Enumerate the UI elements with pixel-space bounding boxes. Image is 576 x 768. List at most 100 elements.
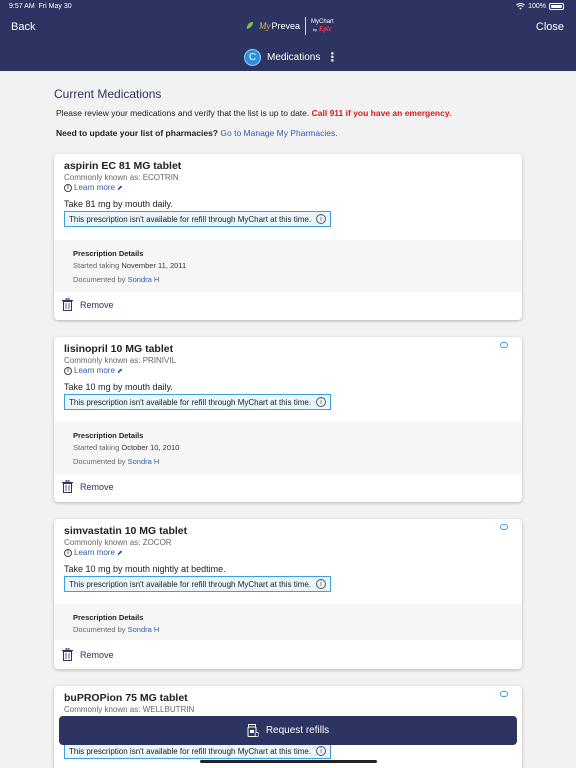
documented-label: Documented by [73,457,126,466]
pd-title: Prescription Details [73,249,144,258]
medication-name: buPROPion 75 MG tablet [64,692,188,704]
known-as: Commonly known as: ECOTRIN [64,173,179,182]
info-icon: i [64,183,72,192]
trash-icon [62,648,73,661]
refill-notice-text: This prescription isn't available for re… [69,579,312,589]
app-header: 9:57 AM Fri May 30 100% Back Close My Pre… [0,0,576,71]
app-logo: My Prevea MyChart by Epic [245,17,334,35]
pd-title: Prescription Details [73,431,144,440]
medications-menu[interactable]: C Medications ⋮ [244,48,338,66]
avatar[interactable]: C [244,48,261,66]
learn-more-label: Learn more [74,183,115,192]
home-indicator[interactable] [200,760,377,763]
documenter-link[interactable]: Sondra H [128,625,160,634]
remove-button[interactable]: Remove [62,648,114,661]
close-button[interactable]: Close [536,21,564,33]
remove-label: Remove [80,649,114,660]
pd-title: Prescription Details [73,613,144,622]
more-options-icon[interactable]: ⋮ [326,51,338,63]
started-date: November 11, 2011 [121,261,187,270]
manage-pharmacies-link[interactable]: Go to Manage My Pharmacies. [220,128,337,138]
status-time: 9:57 AM Fri May 30 [9,3,72,10]
known-as: Commonly known as: WELLBUTRIN [64,705,195,714]
medication-card: aspirin EC 81 MG tablet Commonly known a… [54,154,522,320]
learn-more-link[interactable]: i Learn more ⬈ [64,183,123,192]
prescription-details: Prescription Details Started taking Octo… [54,422,522,474]
request-refills-label: Request refills [265,725,330,736]
refill-notice-text: This prescription isn't available for re… [69,397,312,407]
dosage-instructions: Take 81 mg by mouth daily. [64,199,173,209]
battery-percent: 100% [528,3,546,10]
known-as: Commonly known as: ZOCOR [64,538,172,547]
info-icon: i [64,366,72,375]
started-label: Started taking [73,261,120,270]
learn-more-label: Learn more [74,366,115,375]
refill-unavailable-notice: This prescription isn't available for re… [64,576,332,592]
remove-label: Remove [80,299,114,310]
trash-icon [62,298,73,311]
dosage-instructions: Take 10 mg by mouth daily. [64,382,173,392]
documented-by: Documented by Sondra H [73,275,159,284]
medication-name: aspirin EC 81 MG tablet [64,160,182,172]
pharmacy-prompt: Need to update your list of pharmacies? … [56,128,338,138]
documenter-link[interactable]: Sondra H [128,275,160,284]
learn-more-label: Learn more [74,548,115,557]
pharmacy-question: Need to update your list of pharmacies? [56,128,219,138]
info-icon[interactable]: i [316,746,327,756]
started-label: Started taking [73,443,120,452]
logo-epic: Epic [318,24,332,33]
request-refills-button[interactable]: Request refills [59,716,517,745]
started-taking: Started taking October 10, 2010 [73,443,179,452]
logo-prevea: Prevea [271,21,301,31]
logo-divider [305,17,307,35]
documented-label: Documented by [73,625,126,634]
pill-bottle-icon [247,724,259,737]
leaf-icon [245,17,254,35]
learn-more-link[interactable]: i Learn more ⬈ [64,366,123,375]
remove-button[interactable]: Remove [62,480,114,493]
medication-card: simvastatin 10 MG tablet Commonly known … [54,519,522,669]
back-button[interactable]: Back [11,21,35,33]
refill-notice-text: This prescription isn't available for re… [69,746,312,756]
medication-card: lisinopril 10 MG tablet Commonly known a… [54,337,522,502]
sync-icon [500,342,508,348]
refill-unavailable-notice: This prescription isn't available for re… [64,743,332,759]
status-right: 100% [516,3,564,10]
intro-text: Please review your medications and verif… [56,108,451,118]
info-icon[interactable]: i [316,397,327,407]
sync-icon [500,691,508,697]
wifi-icon [516,3,526,10]
intro-body: Please review your medications and verif… [56,108,310,118]
known-as: Commonly known as: PRINIVIL [64,356,177,365]
info-icon: i [64,548,72,557]
learn-more-link[interactable]: i Learn more ⬈ [64,548,123,557]
dosage-instructions: Take 10 mg by mouth nightly at bedtime. [64,564,226,574]
started-taking: Started taking November 11, 2011 [73,261,186,270]
mychart-logo: MyChart by Epic [311,19,334,34]
logo-by: by [312,26,318,32]
documented-by: Documented by Sondra H [73,625,159,634]
refill-notice-text: This prescription isn't available for re… [69,214,312,224]
documenter-link[interactable]: Sondra H [128,457,160,466]
documented-label: Documented by [73,275,126,284]
logo-my: My [259,21,271,31]
documented-by: Documented by Sondra H [73,457,159,466]
remove-button[interactable]: Remove [62,298,114,311]
sync-icon [500,524,508,530]
emergency-warning: Call 911 if you have an emergency. [311,108,452,118]
external-link-icon: ⬈ [116,367,123,375]
battery-icon [549,3,564,10]
refill-unavailable-notice: This prescription isn't available for re… [64,211,332,227]
external-link-icon: ⬈ [116,184,123,192]
external-link-icon: ⬈ [116,549,123,557]
medication-name: simvastatin 10 MG tablet [64,525,188,537]
trash-icon [62,480,73,493]
prescription-details: Prescription Details Documented by Sondr… [54,604,522,640]
info-icon[interactable]: i [316,214,327,224]
info-icon[interactable]: i [316,579,327,589]
section-title: Current Medications [54,87,162,101]
remove-label: Remove [80,481,114,492]
medication-name: lisinopril 10 MG tablet [64,343,174,355]
started-date: October 10, 2010 [121,443,180,452]
prescription-details: Prescription Details Started taking Nove… [54,240,522,292]
